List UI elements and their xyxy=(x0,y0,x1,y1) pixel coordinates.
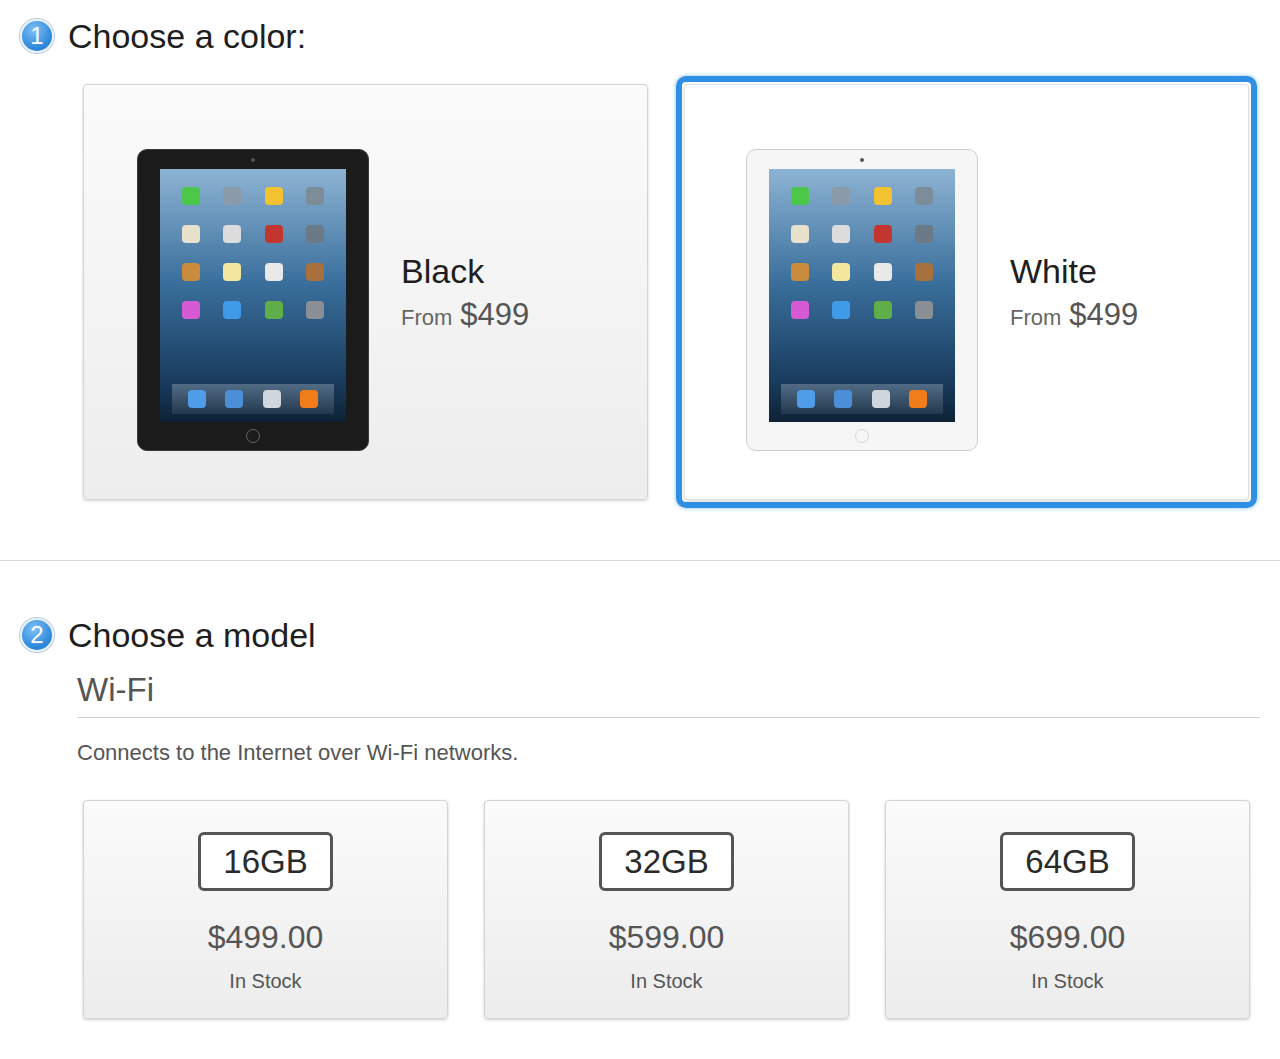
model-card[interactable]: 32GB $599.00 In Stock xyxy=(484,800,849,1019)
ipad-icon xyxy=(137,149,369,451)
color-option[interactable]: Black From $499 xyxy=(75,76,656,508)
color-option[interactable]: White From $499 xyxy=(676,76,1257,508)
stock-status: In Stock xyxy=(229,970,301,993)
model-card[interactable]: 64GB $699.00 In Stock xyxy=(885,800,1250,1019)
home-button-icon xyxy=(246,429,260,443)
color-price: From $499 xyxy=(1010,297,1138,333)
model-card[interactable]: 16GB $499.00 In Stock xyxy=(83,800,448,1019)
capacity-label: 64GB xyxy=(1000,832,1135,891)
model-group-title: Wi-Fi xyxy=(77,671,1260,718)
model-price: $499.00 xyxy=(208,919,324,956)
model-group-description: Connects to the Internet over Wi-Fi netw… xyxy=(77,740,1280,766)
color-info: Black From $499 xyxy=(401,252,529,333)
color-card: Black From $499 xyxy=(83,84,648,500)
home-button-icon xyxy=(855,429,869,443)
model-price: $599.00 xyxy=(609,919,725,956)
step-badge: 2 xyxy=(20,618,54,652)
step-header: 2 Choose a model xyxy=(0,613,1280,657)
from-label: From xyxy=(1010,305,1061,331)
capacity-label: 32GB xyxy=(599,832,734,891)
stock-status: In Stock xyxy=(630,970,702,993)
ipad-icon xyxy=(746,149,978,451)
step-title: Choose a color: xyxy=(68,16,306,57)
step-badge: 1 xyxy=(20,19,54,53)
price-amount: $499 xyxy=(460,297,529,333)
stock-status: In Stock xyxy=(1031,970,1103,993)
screen-icon xyxy=(769,169,955,422)
color-options: Black From $499 White From $499 xyxy=(0,76,1280,508)
color-name: White xyxy=(1010,252,1138,291)
step-header: 1 Choose a color: xyxy=(0,14,1280,58)
color-card: White From $499 xyxy=(684,84,1249,500)
price-amount: $499 xyxy=(1069,297,1138,333)
divider xyxy=(0,560,1280,561)
color-name: Black xyxy=(401,252,529,291)
model-price: $699.00 xyxy=(1010,919,1126,956)
from-label: From xyxy=(401,305,452,331)
color-info: White From $499 xyxy=(1010,252,1138,333)
page: 1 Choose a color: Black From $499 White … xyxy=(0,0,1280,1059)
capacity-label: 16GB xyxy=(198,832,333,891)
screen-icon xyxy=(160,169,346,422)
camera-icon xyxy=(860,158,864,162)
step-title: Choose a model xyxy=(68,615,316,656)
model-options: 16GB $499.00 In Stock32GB $599.00 In Sto… xyxy=(0,800,1280,1019)
color-price: From $499 xyxy=(401,297,529,333)
camera-icon xyxy=(251,158,255,162)
